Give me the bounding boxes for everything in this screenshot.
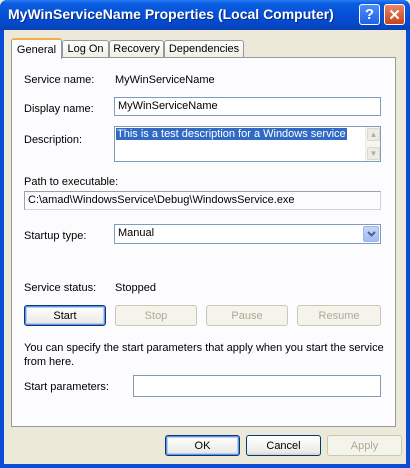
pause-button[interactable]: Pause <box>206 305 288 326</box>
service-name-value: MyWinServiceName <box>115 74 215 86</box>
description-value: This is a test description for a Windows… <box>116 128 347 140</box>
tab-recovery[interactable]: Recovery <box>109 40 164 57</box>
dialog-client: General Log On Recovery Dependencies Ser… <box>4 30 406 464</box>
general-tab-panel: Service name: MyWinServiceName Display n… <box>11 57 396 427</box>
description-scrollbar[interactable]: ▲ ▼ <box>365 127 380 161</box>
apply-button[interactable]: Apply <box>327 435 402 456</box>
display-name-label: Display name: <box>24 103 94 115</box>
description-field[interactable]: This is a test description for a Windows… <box>114 126 381 162</box>
path-field: C:\amad\WindowsService\Debug\WindowsServ… <box>24 191 381 210</box>
start-button[interactable]: Start <box>24 305 106 326</box>
stop-button-label: Stop <box>144 309 168 322</box>
service-status-value: Stopped <box>115 282 156 294</box>
cancel-button-label: Cancel <box>266 439 301 452</box>
start-params-label: Start parameters: <box>24 381 109 393</box>
tab-dependencies-label: Dependencies <box>168 43 240 55</box>
close-button[interactable]: ✕ <box>384 4 405 25</box>
tab-general-label: General <box>16 43 57 56</box>
divider <box>24 268 381 269</box>
resume-button[interactable]: Resume <box>297 305 381 326</box>
resume-button-label: Resume <box>318 309 360 322</box>
description-label: Description: <box>24 134 83 146</box>
pause-button-label: Pause <box>231 309 263 322</box>
tab-log-on-label: Log On <box>67 43 104 55</box>
chevron-down-icon[interactable] <box>363 226 379 242</box>
stop-button[interactable]: Stop <box>115 305 197 326</box>
display-name-field[interactable]: MyWinServiceName <box>114 97 381 116</box>
startup-type-select[interactable]: Manual <box>114 224 381 244</box>
path-label: Path to executable: <box>24 176 119 188</box>
properties-window: MyWinServiceName Properties (Local Compu… <box>0 0 410 468</box>
help-icon: ? <box>364 6 375 23</box>
service-status-label: Service status: <box>24 282 97 294</box>
start-params-help-text: You can specify the start parameters tha… <box>24 342 384 368</box>
startup-type-value: Manual <box>118 227 155 239</box>
tab-general[interactable]: General <box>11 38 62 59</box>
close-icon: ✕ <box>388 6 401 24</box>
tab-recovery-label: Recovery <box>113 43 160 55</box>
title-bar[interactable]: MyWinServiceName Properties (Local Compu… <box>0 0 410 30</box>
start-params-input[interactable] <box>133 375 381 397</box>
ok-button[interactable]: OK <box>165 435 240 456</box>
apply-button-label: Apply <box>350 439 379 452</box>
start-button-label: Start <box>53 309 77 322</box>
help-button[interactable]: ? <box>359 4 380 25</box>
tab-log-on[interactable]: Log On <box>62 40 109 57</box>
service-name-label: Service name: <box>24 74 95 86</box>
scroll-down-icon[interactable]: ▼ <box>367 147 380 160</box>
startup-type-label: Startup type: <box>24 230 87 242</box>
cancel-button[interactable]: Cancel <box>246 435 321 456</box>
window-title: MyWinServiceName Properties (Local Compu… <box>8 6 334 22</box>
tab-dependencies[interactable]: Dependencies <box>164 40 244 57</box>
ok-button-label: OK <box>194 439 211 452</box>
path-value: C:\amad\WindowsService\Debug\WindowsServ… <box>28 194 295 206</box>
scroll-up-icon[interactable]: ▲ <box>367 128 380 141</box>
display-name-value: MyWinServiceName <box>118 100 218 112</box>
